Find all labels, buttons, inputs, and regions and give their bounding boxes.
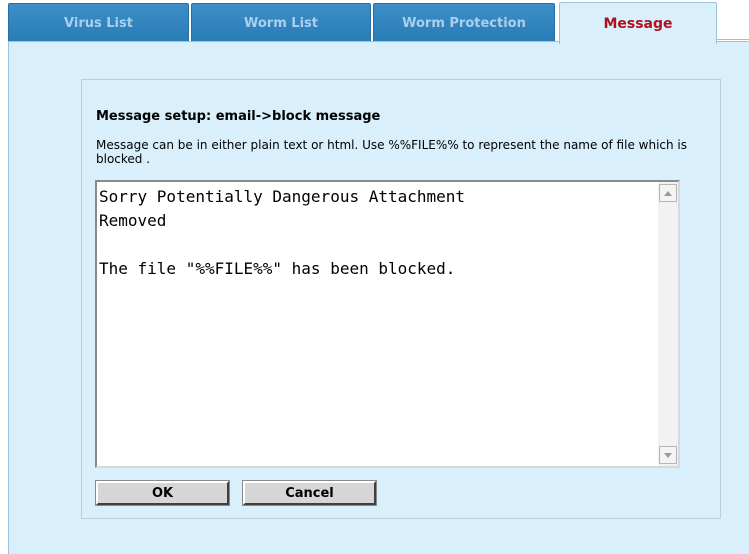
arrow-down-icon (664, 452, 672, 458)
textarea-scrollbar[interactable] (658, 182, 678, 466)
tab-worm-protection[interactable]: Worm Protection (373, 3, 555, 43)
tab-worm-list[interactable]: Worm List (191, 3, 371, 43)
tab-virus-list[interactable]: Virus List (8, 3, 189, 43)
message-setup-page: Virus List Worm List Worm Protection Mes… (0, 0, 749, 554)
cancel-button[interactable]: Cancel (242, 480, 377, 506)
block-message-textarea[interactable]: Sorry Potentially Dangerous Attachment R… (95, 180, 680, 468)
message-setup-description: Message can be in either plain text or h… (96, 138, 688, 166)
tab-bar-divider (716, 0, 749, 40)
ok-button[interactable]: OK (95, 480, 230, 506)
arrow-up-icon (664, 190, 672, 196)
block-message-text[interactable]: Sorry Potentially Dangerous Attachment R… (99, 185, 654, 463)
tab-message[interactable]: Message (559, 2, 717, 44)
scroll-down-button[interactable] (659, 446, 677, 464)
scroll-up-button[interactable] (659, 184, 677, 202)
message-setup-heading: Message setup: email->block message (96, 109, 381, 124)
